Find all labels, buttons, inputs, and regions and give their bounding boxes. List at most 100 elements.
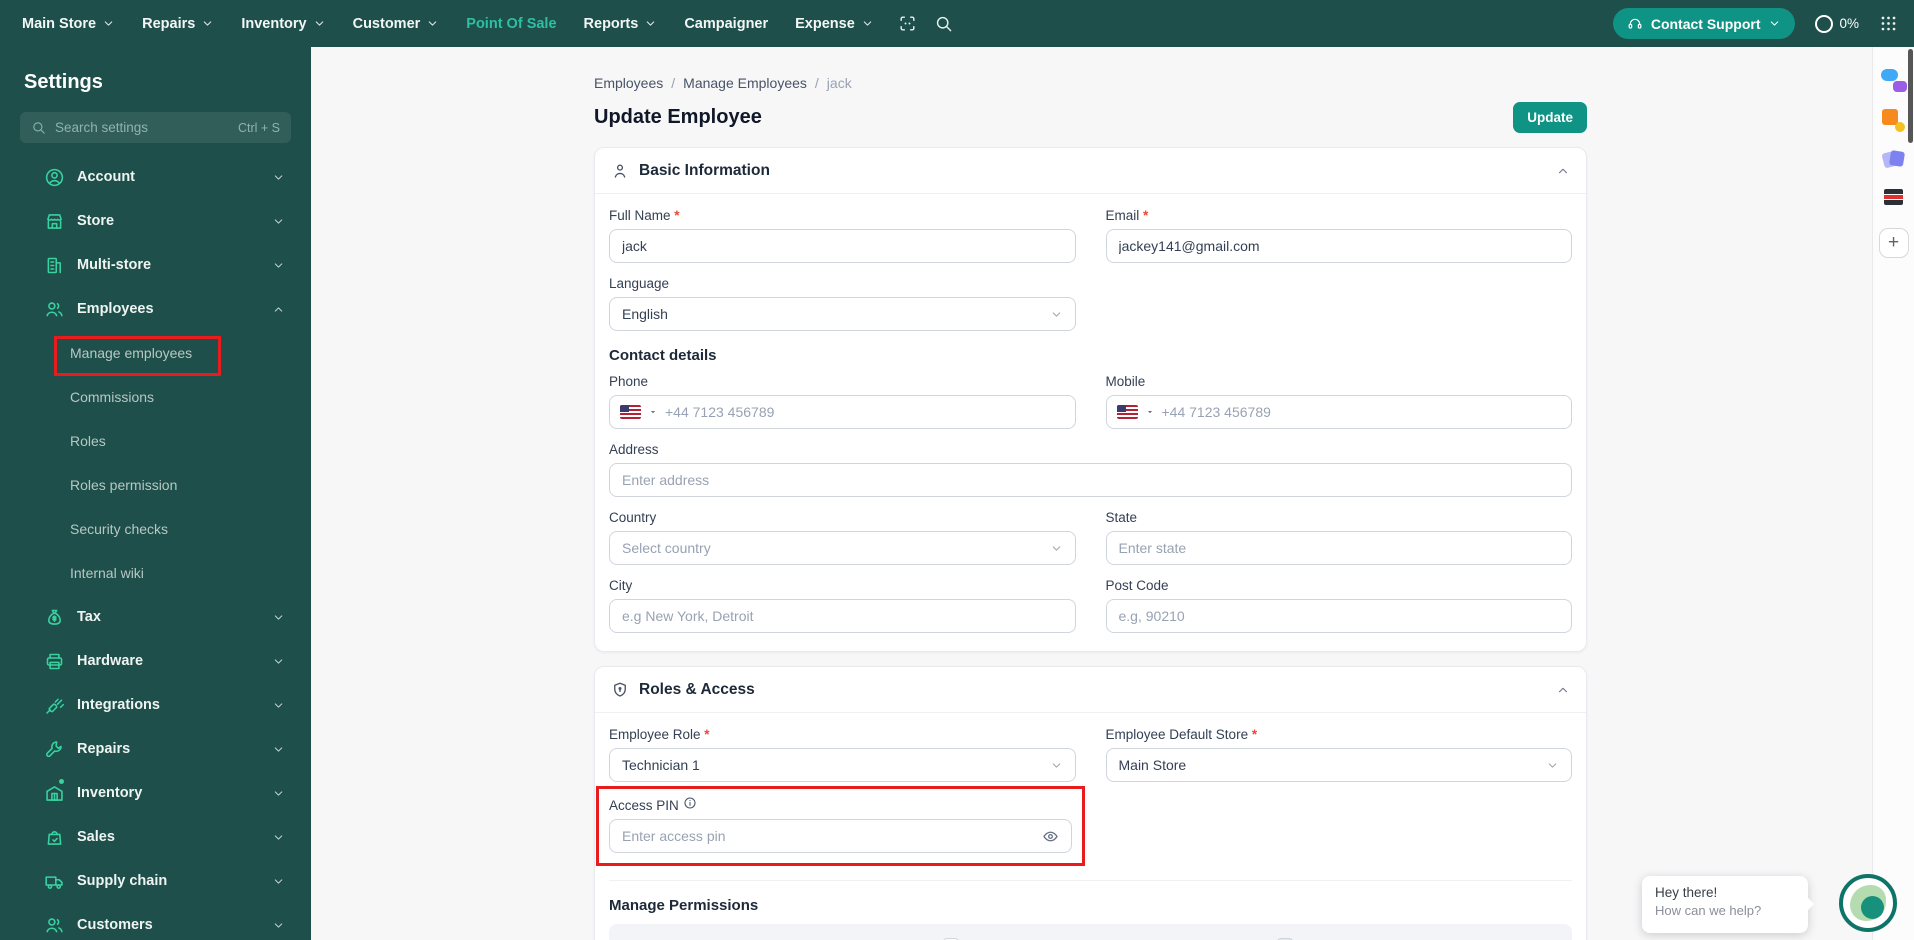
nav-item-campaigner[interactable]: Campaigner — [684, 16, 768, 32]
us-flag-icon[interactable] — [620, 405, 641, 419]
chevron-icon — [272, 699, 285, 712]
contact-support-button[interactable]: Contact Support — [1612, 8, 1796, 39]
basic-information-card: Basic Information Full Name Email — [594, 147, 1587, 652]
sidebar-item-integrations[interactable]: Integrations — [0, 683, 311, 727]
post-code-input[interactable] — [1105, 599, 1572, 633]
phone-input[interactable] — [665, 404, 1063, 420]
chevron-down-icon — [426, 17, 439, 30]
chevron-down-icon — [102, 17, 115, 30]
nav-item-repairs[interactable]: Repairs — [142, 16, 214, 32]
chat-bubbles-extension-icon[interactable] — [1880, 69, 1907, 92]
nav-item-main-store[interactable]: Main Store — [22, 16, 115, 32]
notes-extension-icon[interactable] — [1880, 149, 1906, 172]
collapse-chevron-up-icon[interactable] — [1556, 164, 1570, 178]
full-name-input[interactable] — [609, 229, 1076, 263]
info-icon[interactable] — [683, 796, 697, 810]
chat-launcher-button[interactable] — [1839, 874, 1897, 932]
settings-search-input[interactable]: Search settings Ctrl + S — [20, 112, 291, 143]
scan-icon[interactable] — [898, 14, 917, 33]
country-select[interactable]: Select country — [609, 531, 1076, 565]
sidebar-subitem-internal-wiki[interactable]: Internal wiki — [0, 551, 311, 595]
sidebar-item-inventory[interactable]: Inventory — [0, 771, 311, 815]
breadcrumb-separator: / — [814, 75, 819, 91]
section-title: Roles & Access — [639, 680, 755, 698]
eye-icon[interactable] — [1042, 828, 1059, 845]
sidebar-item-hardware[interactable]: Hardware — [0, 639, 311, 683]
scrollbar-thumb[interactable] — [1908, 49, 1913, 143]
sidebar-subitem-commissions[interactable]: Commissions — [0, 375, 311, 419]
sidebar-item-store[interactable]: Store — [0, 199, 311, 243]
breadcrumb-employees[interactable]: Employees — [594, 75, 663, 91]
caret-down-icon[interactable] — [648, 407, 658, 417]
chevron-down-icon — [1768, 17, 1781, 30]
integrations-icon — [44, 695, 65, 716]
sidebar-item-account[interactable]: Account — [0, 155, 311, 199]
nav-item-expense[interactable]: Expense — [795, 16, 874, 32]
sidebar-item-multi-store[interactable]: Multi-store — [0, 243, 311, 287]
post-code-label: Post Code — [1105, 578, 1169, 593]
sidebar-subitem-manage-employees[interactable]: Manage employees — [0, 331, 311, 376]
search-icon[interactable] — [934, 14, 953, 33]
sidebar-item-supply-chain[interactable]: Supply chain — [0, 859, 311, 903]
contact-details-heading: Contact details — [609, 347, 717, 364]
access-pin-input[interactable] — [622, 828, 1042, 844]
sidebar-item-customers[interactable]: Customers — [0, 903, 311, 940]
add-extension-button[interactable]: + — [1878, 228, 1909, 258]
sidebar-title: Settings — [24, 71, 103, 93]
nav-item-inventory[interactable]: Inventory — [241, 16, 325, 32]
country-label: Country — [609, 510, 657, 525]
navbar-right: Contact Support 0% — [1612, 8, 1898, 39]
city-input[interactable] — [609, 599, 1076, 633]
us-flag-icon[interactable] — [1117, 405, 1138, 419]
sidebar-subitem-security-checks[interactable]: Security checks — [0, 507, 311, 551]
multi-store-icon — [44, 255, 65, 276]
sidebar-item-repairs[interactable]: Repairs — [0, 727, 311, 771]
chevron-icon — [272, 919, 285, 932]
chat-logo-icon — [1850, 885, 1886, 921]
chevron-down-icon — [644, 17, 657, 30]
chat-greeting: Hey there! — [1655, 885, 1718, 900]
notification-dot — [59, 778, 64, 784]
chevron-down-icon — [1050, 542, 1063, 555]
update-button[interactable]: Update — [1513, 102, 1587, 133]
caret-down-icon[interactable] — [1145, 407, 1155, 417]
language-select[interactable]: English — [609, 297, 1076, 331]
progress-indicator[interactable]: 0% — [1815, 14, 1859, 33]
account-icon — [44, 167, 65, 188]
default-store-label: Employee Default Store — [1105, 727, 1249, 742]
breadcrumb-manage-employees[interactable]: Manage Employees — [683, 75, 807, 91]
sidebar-subitem-roles[interactable]: Roles — [0, 419, 311, 463]
bookmarks-extension-icon[interactable] — [1884, 189, 1903, 205]
nav-item-reports[interactable]: Reports — [584, 16, 658, 32]
email-input[interactable] — [1105, 229, 1572, 263]
city-label: City — [609, 578, 633, 593]
chevron-icon — [272, 787, 285, 800]
default-store-select[interactable]: Main Store — [1105, 748, 1572, 782]
chat-greeting-bubble[interactable]: Hey there! How can we help? — [1642, 876, 1808, 933]
sidebar-item-tax[interactable]: Tax — [0, 595, 311, 639]
employee-role-select[interactable]: Technician 1 — [609, 748, 1076, 782]
supply-chain-icon — [44, 871, 65, 892]
chevron-icon — [272, 655, 285, 668]
chevron-icon — [272, 303, 285, 316]
chevron-down-icon — [1050, 308, 1063, 321]
address-input[interactable] — [609, 463, 1572, 497]
hardware-icon — [44, 651, 65, 672]
email-label: Email — [1105, 208, 1140, 223]
state-input[interactable] — [1105, 531, 1572, 565]
apps-grid-icon[interactable] — [1879, 14, 1898, 33]
nav-item-point-of-sale[interactable]: Point Of Sale — [466, 16, 556, 32]
collapse-chevron-up-icon[interactable] — [1556, 683, 1570, 697]
inventory-icon — [44, 778, 65, 804]
sidebar-subitem-roles-permission[interactable]: Roles permission — [0, 463, 311, 507]
chevron-icon — [272, 875, 285, 888]
mobile-input[interactable] — [1161, 404, 1559, 420]
nav-item-customer[interactable]: Customer — [353, 16, 440, 32]
contact-support-label: Contact Support — [1650, 15, 1761, 32]
main-content: Employees / Manage Employees / jack Upda… — [311, 47, 1872, 940]
sidebar-item-sales[interactable]: Sales — [0, 815, 311, 859]
headset-icon — [1627, 16, 1643, 32]
sidebar-item-employees[interactable]: Employees — [0, 287, 311, 331]
permissions-table-header: Store Name Store Access Assign tickets &… — [609, 924, 1572, 940]
tasks-extension-icon[interactable] — [1881, 109, 1906, 132]
